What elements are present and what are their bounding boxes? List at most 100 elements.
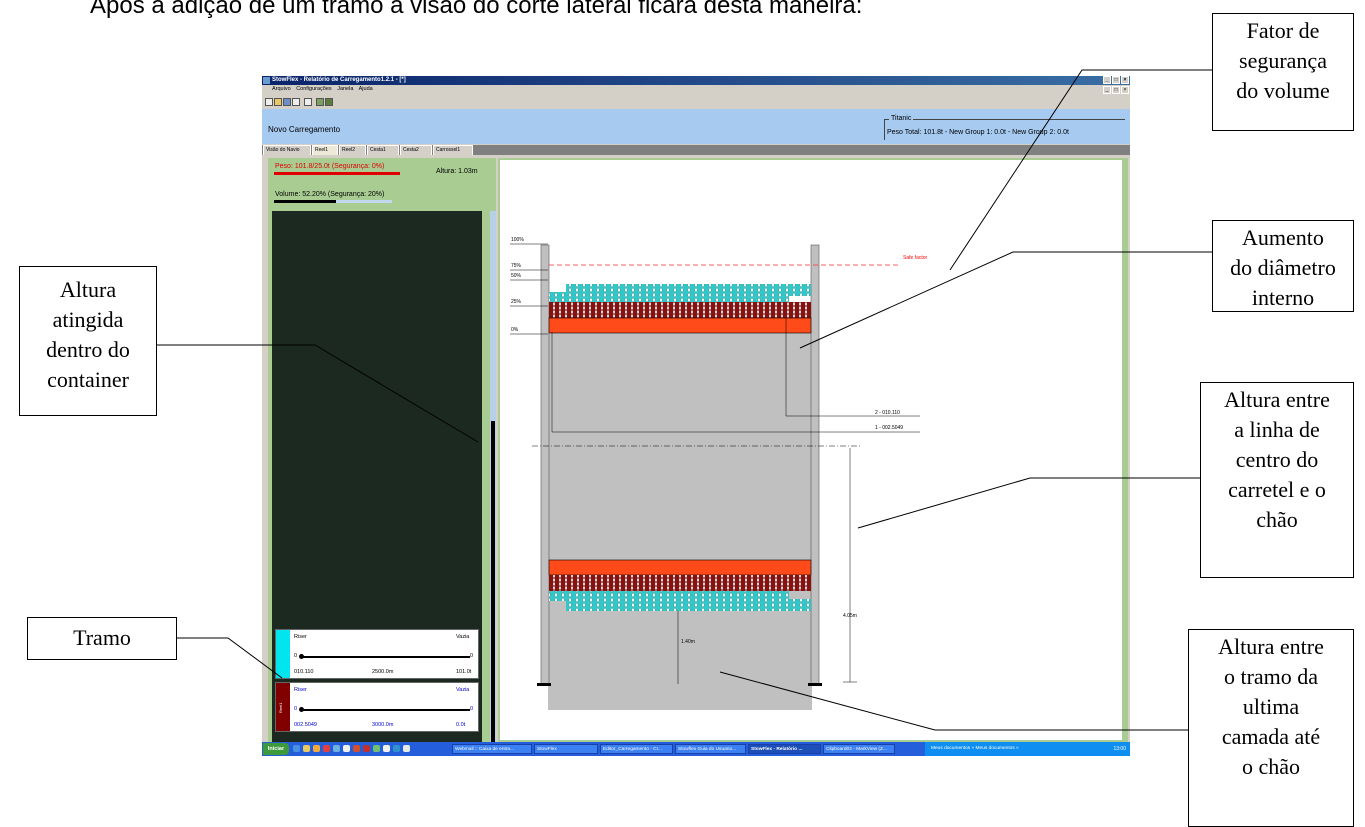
tab-cesta2[interactable]: Cesta2 — [400, 145, 432, 155]
tab-carrossel1[interactable]: Carrossel1 — [433, 145, 473, 155]
span-slider-handle[interactable] — [299, 654, 304, 659]
volume-bar-fill — [274, 200, 336, 203]
span-to: 0 — [470, 706, 474, 712]
taskbar-item-markview[interactable]: Clipboard02 - MarkView (Z... — [823, 744, 895, 754]
close-icon[interactable]: × — [1121, 76, 1129, 84]
tab-reel2[interactable]: Reel2 — [339, 145, 366, 155]
tab-reel1[interactable]: Reel1 — [312, 145, 338, 155]
height-gauge — [490, 211, 496, 753]
new-icon[interactable] — [265, 98, 273, 106]
span-length: 3000.0m — [372, 722, 394, 728]
span-id: 010.110 — [294, 669, 314, 675]
document-header: Novo Carregamento Titanic Peso Total: 10… — [262, 109, 1130, 144]
ship-name: Titanic — [889, 115, 914, 122]
menu-ajuda[interactable]: Ajuda — [359, 86, 373, 92]
open-icon[interactable] — [274, 98, 282, 106]
quicklaunch-browser-icon[interactable] — [313, 745, 320, 752]
span-type: Riser — [294, 687, 307, 693]
span-card[interactable]: Riser Vazia 0 0 010.110 2500.0m 101.0t — [275, 629, 479, 679]
quicklaunch-desktop-icon[interactable] — [293, 745, 300, 752]
menu-janela[interactable]: Janela — [337, 86, 353, 92]
callout-height-reached: Altura atingida dentro do container — [19, 266, 157, 416]
span-slider-handle[interactable] — [299, 707, 304, 712]
menu-arquivo[interactable]: Arquivo — [272, 86, 291, 92]
minimize-icon[interactable]: _ — [1103, 76, 1111, 84]
quicklaunch-app-icon[interactable] — [373, 745, 380, 752]
flange-foot-left — [537, 683, 551, 686]
callout-span: Tramo — [27, 617, 177, 660]
upper-cyan-layer — [549, 292, 789, 302]
safe-factor-label: Safe factor — [903, 255, 928, 261]
quicklaunch-app-icon[interactable] — [403, 745, 410, 752]
span-card[interactable]: Reel1 Riser Vazia 0 0 002.5049 3000.0m 0… — [275, 682, 479, 732]
quicklaunch-app-icon[interactable] — [363, 745, 370, 752]
span-color-strip — [276, 630, 290, 678]
pct-label-100: 100% — [511, 237, 524, 243]
menu-configuracoes[interactable]: Configurações — [296, 86, 331, 92]
callout-layer-height: Altura entre o tramo da ultima camada at… — [1188, 629, 1354, 827]
reel-core — [548, 325, 812, 710]
chart-icon[interactable] — [325, 98, 333, 106]
weight-status: Peso: 101.8/25.0t (Segurança: 0%) — [275, 163, 385, 170]
mdi-close-icon[interactable]: × — [1121, 86, 1129, 94]
mdi-controls: _ □ × — [1102, 86, 1129, 95]
save-icon[interactable] — [283, 98, 291, 106]
maximize-icon[interactable]: □ — [1112, 76, 1120, 84]
system-tray: Meus documentos » Meus documentos » 13:0… — [925, 742, 1130, 756]
side-view-canvas: 100% 75% 50% 25% 0% Safe factor 2 - 010.… — [500, 160, 1122, 740]
tray-shortcuts[interactable]: Meus documentos » Meus documentos » — [931, 742, 1019, 756]
mdi-restore-icon[interactable]: □ — [1112, 86, 1120, 94]
title-bar: StowFlex - Relatório de Carregamento1.2.… — [262, 76, 1130, 85]
flange-foot-right — [808, 683, 822, 686]
quicklaunch-app-icon[interactable] — [343, 745, 350, 752]
quicklaunch-folder-icon[interactable] — [303, 745, 310, 752]
taskbar-item-guide[interactable]: Stowflex Guia do Usuario... — [675, 744, 746, 754]
reel-cross-section: 100% 75% 50% 25% 0% Safe factor 2 - 010.… — [510, 237, 928, 710]
window-controls: _ □ × — [1102, 76, 1129, 85]
pct-label-75: 75% — [511, 263, 522, 269]
height-gauge-fill — [491, 421, 495, 753]
callout-inner-diameter: Aumento do diâmetro interno — [1212, 220, 1354, 312]
ship-summary: Titanic Peso Total: 101.8t - New Group 1… — [884, 115, 1125, 140]
upper-red-layer — [549, 302, 811, 318]
quicklaunch-media-icon[interactable] — [323, 745, 330, 752]
lower-red-layer — [549, 575, 811, 591]
window-title: StowFlex - Relatório de Carregamento1.2.… — [272, 77, 406, 83]
taskbar-item-editor[interactable]: Editor_Carregamento - Cr... — [600, 744, 673, 754]
upper-inner-core — [548, 317, 812, 334]
span-destination: Vazia — [456, 634, 470, 640]
layer-height-label: 1.40m — [681, 639, 695, 645]
print-icon[interactable] — [292, 98, 300, 106]
quicklaunch-app-icon[interactable] — [393, 745, 400, 752]
pct-label-0: 0% — [511, 327, 519, 333]
windows-taskbar: Iniciar Webmail :: Caixa de entra... Sto… — [262, 742, 1130, 756]
span-from: 0 — [294, 653, 298, 659]
span-color-strip: Reel1 — [276, 683, 290, 731]
height-status: Altura: 1.03m — [436, 168, 478, 175]
tool-icon[interactable] — [316, 98, 324, 106]
quicklaunch-app-icon[interactable] — [353, 745, 360, 752]
volume-status: Volume: 52.20% (Segurança: 20%) — [275, 191, 385, 198]
span-type: Riser — [294, 634, 307, 640]
taskbar-item-stowflex-report[interactable]: StowFlex - Relatório ... — [748, 744, 821, 754]
side-view-frame: 100% 75% 50% 25% 0% Safe factor 2 - 010.… — [498, 158, 1128, 753]
volume-bar — [274, 200, 392, 203]
mdi-minimize-icon[interactable]: _ — [1103, 86, 1111, 94]
document-title: Novo Carregamento — [268, 125, 341, 134]
stowflex-window: StowFlex - Relatório de Carregamento1.2.… — [262, 76, 1130, 756]
tab-visao-do-navio[interactable]: Visão do Navio — [263, 145, 311, 155]
start-button[interactable]: Iniciar — [263, 743, 289, 755]
span-to: 0 — [470, 653, 474, 659]
taskbar-item-webmail[interactable]: Webmail :: Caixa de entra... — [452, 744, 532, 754]
span-slider[interactable] — [302, 656, 470, 658]
lower-inner-core — [548, 559, 812, 576]
quicklaunch-app-icon[interactable] — [333, 745, 340, 752]
quicklaunch-app-icon[interactable] — [383, 745, 390, 752]
pct-label-25: 25% — [511, 299, 522, 305]
report-icon[interactable] — [304, 98, 312, 106]
ship-stats: Peso Total: 101.8t - New Group 1: 0.0t -… — [887, 129, 1069, 136]
taskbar-item-stowflex-folder[interactable]: StowFlex — [534, 744, 598, 754]
span-destination: Vazia — [456, 687, 470, 693]
span-slider[interactable] — [302, 709, 470, 711]
tab-cesta1[interactable]: Cesta1 — [367, 145, 399, 155]
